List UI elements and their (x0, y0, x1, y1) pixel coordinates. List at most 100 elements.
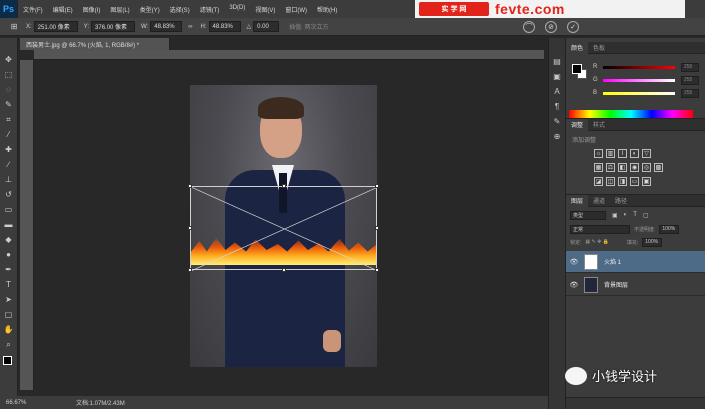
crop-tool-icon[interactable]: ⌗ (3, 114, 15, 126)
tab-paths[interactable]: 路径 (610, 196, 632, 205)
brush-tool-icon[interactable]: ∕ (3, 159, 15, 171)
h-field[interactable]: 48.83% (208, 21, 241, 32)
layer-kind-select[interactable]: 类型 (570, 210, 606, 220)
clone-source-icon[interactable]: ⊕ (552, 131, 562, 141)
tab-styles[interactable]: 样式 (588, 120, 610, 129)
document-tab[interactable]: 西装男士.jpg @ 66.7% (火焰, 1, RGB/8#) * (20, 38, 170, 50)
healing-brush-icon[interactable]: ✚ (3, 144, 15, 156)
menu-item-0[interactable]: 文件(F) (18, 5, 48, 14)
slider-b[interactable]: B 255 (593, 88, 703, 98)
clone-stamp-icon[interactable]: ⊥ (3, 174, 15, 186)
zoom-tool-icon[interactable]: ⌕ (3, 339, 15, 351)
menu-item-9[interactable]: 窗口(W) (280, 5, 312, 14)
commit-transform-icon[interactable]: ✓ (567, 21, 579, 33)
filter-type-icon[interactable]: T (633, 212, 637, 218)
free-transform-box[interactable] (188, 184, 379, 272)
eyedropper-tool-icon[interactable]: ⁄ (3, 129, 15, 141)
brightness-icon[interactable]: ☼ (594, 149, 603, 158)
warp-icon[interactable]: ⌒ (523, 21, 535, 33)
tab-swatches[interactable]: 色板 (588, 43, 610, 52)
hue-sat-icon[interactable]: ▦ (594, 163, 603, 172)
bw-icon[interactable]: ◧ (618, 163, 627, 172)
channel-value-b[interactable]: 255 (681, 88, 699, 98)
curves-icon[interactable]: ⌇ (618, 149, 627, 158)
gradient-tool-icon[interactable]: ▬ (3, 219, 15, 231)
eraser-tool-icon[interactable]: ▭ (3, 204, 15, 216)
photo-filter-icon[interactable]: ◉ (630, 163, 639, 172)
posterize-icon[interactable]: ◫ (606, 177, 615, 186)
marquee-tool-icon[interactable]: ⬚ (3, 69, 15, 81)
menu-item-1[interactable]: 编辑(E) (48, 5, 78, 14)
filter-adjust-icon[interactable]: ◐ (624, 212, 628, 218)
color-lookup-icon[interactable]: ▩ (654, 163, 663, 172)
move-tool-icon[interactable]: ✥ (3, 54, 15, 66)
handle-bottom-right[interactable] (375, 268, 379, 272)
handle-middle-left[interactable] (188, 226, 192, 230)
handle-middle-right[interactable] (375, 226, 379, 230)
lasso-tool-icon[interactable]: ◌ (3, 84, 15, 96)
hand-tool-icon[interactable]: ✋ (3, 324, 15, 336)
cancel-transform-icon[interactable]: ⊘ (545, 21, 557, 33)
opacity-field[interactable]: 100% (659, 224, 680, 234)
filter-shape-icon[interactable]: ▢ (643, 212, 649, 219)
handle-bottom-left[interactable] (188, 268, 192, 272)
menu-item-10[interactable]: 帮助(H) (312, 5, 342, 14)
fill-field[interactable]: 100% (642, 237, 663, 247)
history-brush-icon[interactable]: ↺ (3, 189, 15, 201)
tab-channels[interactable]: 通道 (588, 196, 610, 205)
layer-name[interactable]: 火焰 1 (604, 257, 621, 266)
link-icon[interactable]: ∞ (188, 24, 192, 30)
type-tool-icon[interactable]: T (3, 279, 15, 291)
history-panel-icon[interactable]: ▤ (552, 56, 562, 66)
transform-reference-icon[interactable]: ⊞ (8, 21, 20, 33)
selective-color-icon[interactable]: ▣ (642, 177, 651, 186)
exposure-icon[interactable]: ◐ (630, 149, 639, 158)
menu-item-7[interactable]: 3D(D) (224, 5, 250, 14)
menu-item-4[interactable]: 类型(Y) (135, 5, 165, 14)
dodge-tool-icon[interactable]: ● (3, 249, 15, 261)
y-field[interactable]: 376.00 像素 (91, 21, 136, 32)
handle-top-middle[interactable] (282, 184, 286, 188)
pen-tool-icon[interactable]: ✒ (3, 264, 15, 276)
w-field[interactable]: 48.83% (150, 21, 183, 32)
x-field[interactable]: 251.00 像素 (33, 21, 78, 32)
interpolation-select[interactable]: 插值: 两次立方 (289, 22, 328, 31)
blend-mode-select[interactable]: 正常 (570, 224, 630, 234)
channel-slider-g[interactable] (603, 78, 675, 82)
tab-layers[interactable]: 图层 (566, 194, 589, 207)
menu-item-8[interactable]: 视图(V) (250, 5, 280, 14)
brush-panel-icon[interactable]: ✎ (552, 116, 562, 126)
tab-adjustments[interactable]: 调整 (566, 118, 589, 131)
properties-panel-icon[interactable]: ▣ (552, 71, 562, 81)
handle-bottom-middle[interactable] (282, 268, 286, 272)
paragraph-panel-icon[interactable]: ¶ (552, 101, 562, 111)
slider-g[interactable]: G 255 (593, 75, 703, 85)
tab-color[interactable]: 颜色 (566, 41, 589, 54)
layer-row[interactable]: 👁 火焰 1 (566, 251, 705, 273)
handle-top-right[interactable] (375, 184, 379, 188)
menu-item-6[interactable]: 滤镜(T) (195, 5, 225, 14)
menu-item-2[interactable]: 图像(I) (78, 5, 106, 14)
handle-top-left[interactable] (188, 184, 192, 188)
panel-foreground-swatch[interactable] (572, 64, 582, 74)
lock-icons[interactable]: ▦ ✎ ✥ 🔒 (585, 239, 609, 245)
slider-r[interactable]: R 255 (593, 62, 703, 72)
blur-tool-icon[interactable]: ◆ (3, 234, 15, 246)
vibrance-icon[interactable]: ▽ (642, 149, 651, 158)
character-panel-icon[interactable]: A (552, 86, 562, 96)
channel-value-r[interactable]: 255 (681, 62, 699, 72)
path-select-icon[interactable]: ➤ (3, 294, 15, 306)
quick-select-tool-icon[interactable]: ✎ (3, 99, 15, 111)
invert-icon[interactable]: ◪ (594, 177, 603, 186)
color-balance-icon[interactable]: ⚖ (606, 163, 615, 172)
angle-field[interactable]: 0.00 (253, 21, 280, 32)
foreground-color-swatch[interactable] (3, 356, 12, 365)
layer-row[interactable]: 👁 背景图层 (566, 274, 705, 296)
filter-pixel-icon[interactable]: ▣ (612, 212, 618, 219)
channel-slider-b[interactable] (603, 91, 675, 95)
visibility-eye-icon[interactable]: 👁 (566, 258, 582, 266)
menu-item-5[interactable]: 选择(S) (165, 5, 195, 14)
shape-tool-icon[interactable]: ▢ (3, 309, 15, 321)
threshold-icon[interactable]: ◨ (618, 177, 627, 186)
zoom-level[interactable]: 66.67% (0, 400, 32, 406)
